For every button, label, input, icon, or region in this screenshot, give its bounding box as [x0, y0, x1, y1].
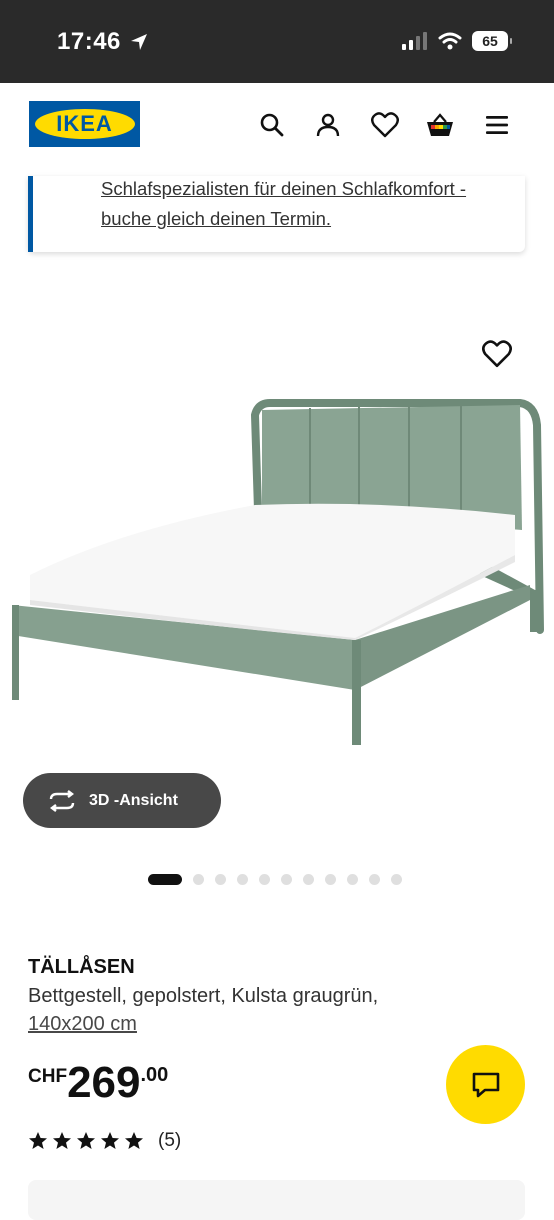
price-currency: CHF: [28, 1066, 68, 1087]
view-3d-label: 3D -Ansicht: [89, 791, 178, 809]
star-icon: [125, 1132, 143, 1149]
gallery-dot[interactable]: [148, 874, 182, 885]
appointment-notice: Schlafspezialisten für deinen Schlafkomf…: [28, 176, 525, 252]
logo-oval: IKEA: [34, 109, 135, 139]
ikea-logo[interactable]: IKEA: [29, 101, 140, 147]
gallery-dot[interactable]: [259, 874, 270, 885]
star-icon: [101, 1132, 119, 1149]
chat-button[interactable]: [446, 1045, 525, 1124]
product-image[interactable]: [0, 300, 554, 770]
gallery-dot[interactable]: [347, 874, 358, 885]
product-price: CHF 269 .00: [28, 1060, 168, 1106]
gallery-dot[interactable]: [215, 874, 226, 885]
product-rating[interactable]: (5): [28, 1130, 181, 1152]
cart-icon[interactable]: [425, 110, 455, 140]
rotate-icon: [49, 789, 75, 812]
favorite-heart-icon[interactable]: [482, 340, 512, 370]
heart-icon[interactable]: [370, 110, 400, 140]
bottom-card: [28, 1180, 525, 1220]
gallery-dot[interactable]: [303, 874, 314, 885]
user-icon[interactable]: [313, 110, 343, 140]
product-description: Bettgestell, gepolstert, Kulsta graugrün…: [28, 985, 379, 1007]
price-integer: 269: [67, 1058, 141, 1107]
gallery-dot[interactable]: [369, 874, 380, 885]
battery-level: 65: [482, 33, 498, 49]
site-header: IKEA: [0, 83, 554, 176]
star-icon: [77, 1132, 95, 1149]
product-size-link[interactable]: 140x200 cm: [28, 1013, 137, 1036]
notice-link[interactable]: Schlafspezialisten für deinen Schlafkomf…: [101, 174, 521, 234]
star-icon: [29, 1132, 47, 1149]
gallery-dot[interactable]: [325, 874, 336, 885]
wifi-icon: [438, 32, 462, 50]
battery-indicator: 65: [472, 31, 512, 51]
status-time: 17:46: [57, 28, 148, 56]
gallery-dot[interactable]: [391, 874, 402, 885]
time-text: 17:46: [57, 28, 121, 55]
price-decimal: .00: [140, 1064, 169, 1086]
gallery-dot[interactable]: [237, 874, 248, 885]
location-icon: [131, 34, 148, 50]
product-name: TÄLLÅSEN: [28, 956, 135, 978]
review-count: (5): [158, 1130, 182, 1151]
status-bar: 17:46 65: [0, 0, 554, 83]
view-3d-button[interactable]: 3D -Ansicht: [23, 773, 221, 828]
star-icon: [53, 1132, 71, 1149]
gallery-dot[interactable]: [193, 874, 204, 885]
search-icon[interactable]: [257, 110, 287, 140]
gallery-pagination: [148, 874, 402, 885]
rating-stars: [28, 1131, 144, 1151]
gallery-dot[interactable]: [281, 874, 292, 885]
notice-accent-bar: [28, 176, 33, 252]
logo-text: IKEA: [56, 111, 113, 136]
status-icons: 65: [402, 31, 512, 51]
chat-icon: [472, 1072, 499, 1097]
menu-icon[interactable]: [482, 110, 512, 140]
signal-icon: [402, 32, 427, 50]
